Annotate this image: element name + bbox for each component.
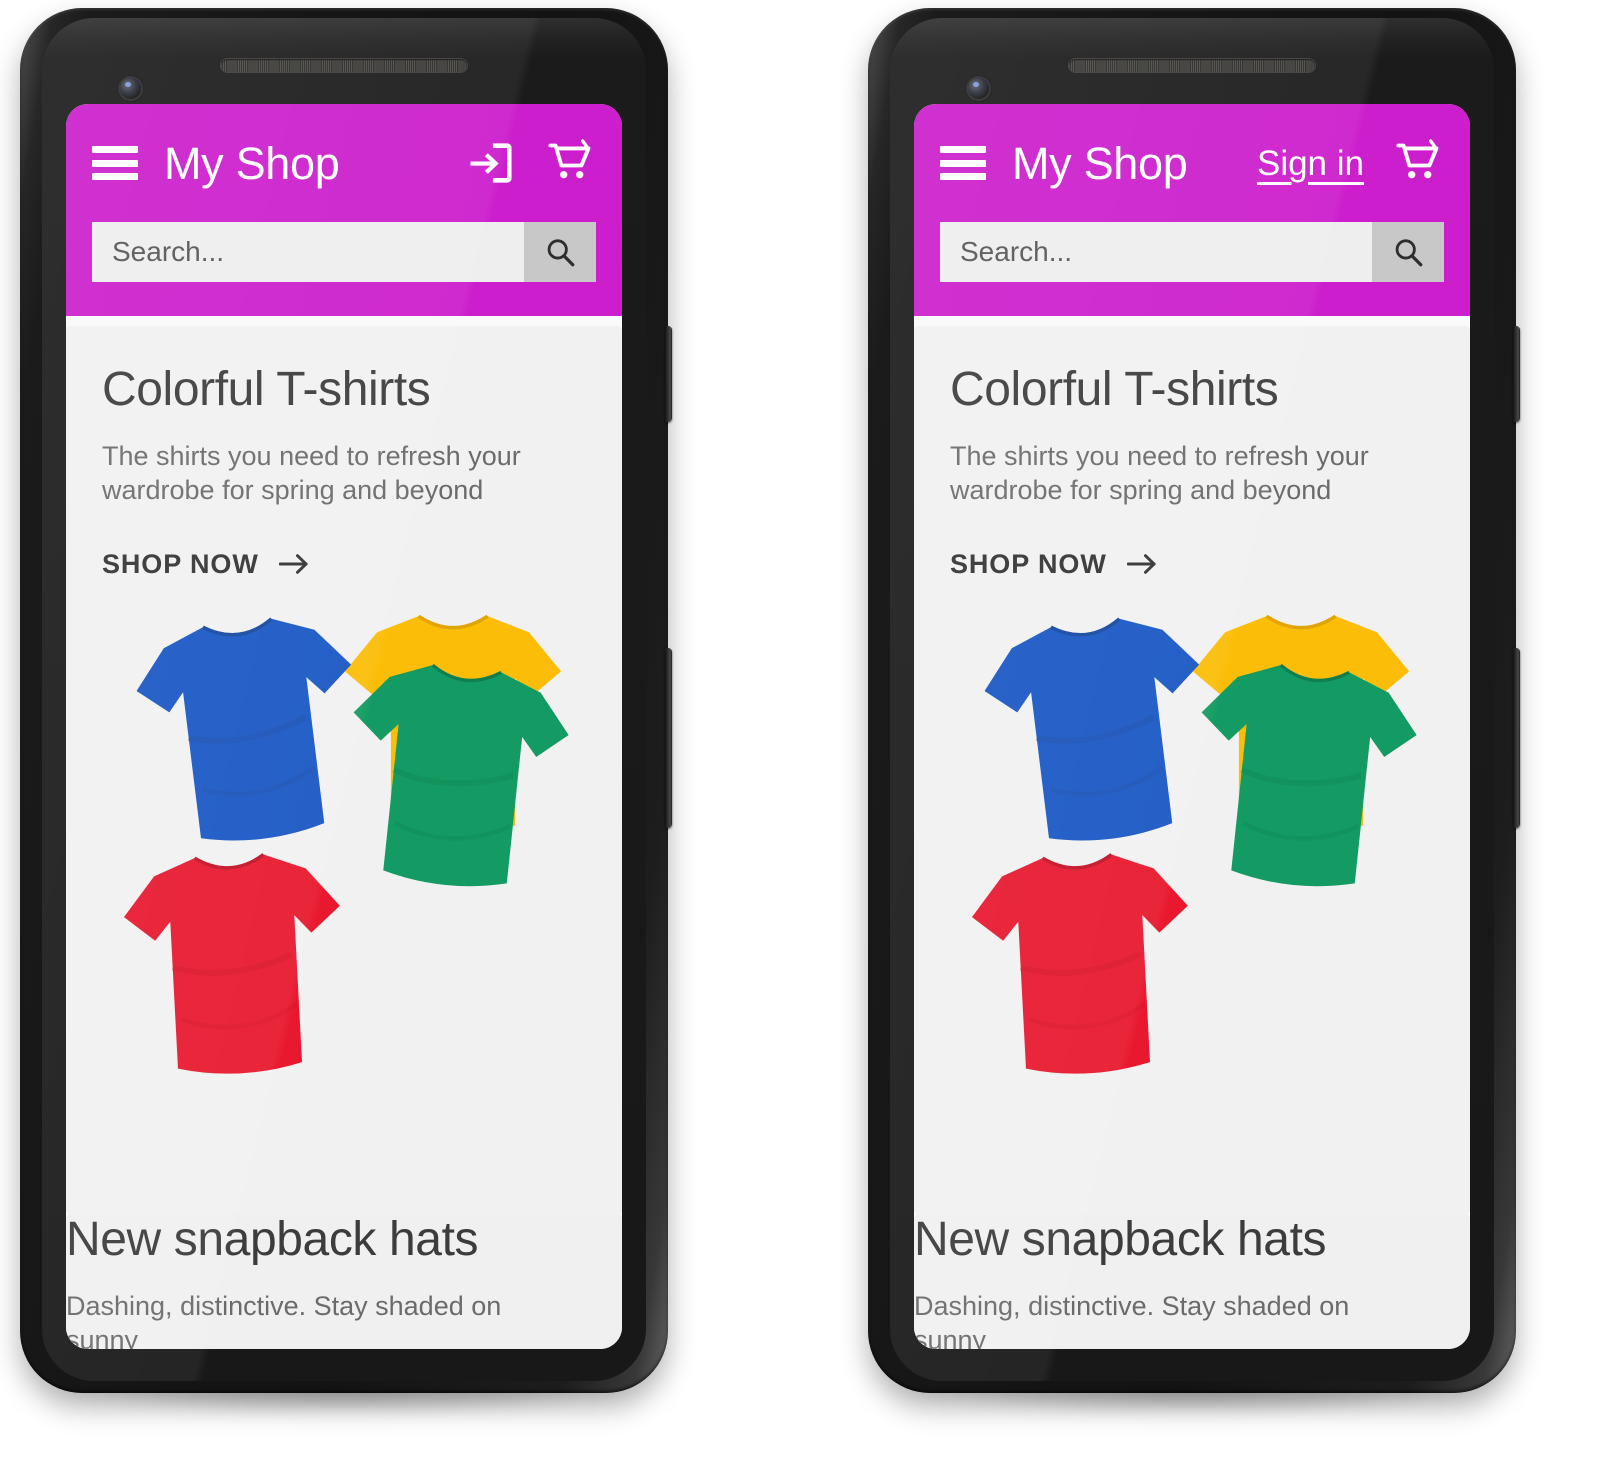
tshirts-product-image — [102, 594, 586, 1214]
shop-now-button[interactable]: SHOP NOW — [950, 549, 1159, 580]
blue-tshirt — [120, 587, 381, 885]
search-submit-button[interactable] — [524, 222, 596, 282]
login-arrow-into-bracket-icon[interactable] — [464, 137, 516, 189]
page-content: Colorful T-shirts The shirts you need to… — [66, 326, 622, 1349]
tshirts-product-image — [950, 594, 1434, 1214]
second-card-subtitle: Dashing, distinctive. Stay shaded on sun… — [914, 1290, 1350, 1349]
device-front-face: My Shop Search... Colorful T-shirts The … — [42, 18, 646, 1381]
app-bar-top-row: My Shop — [66, 104, 622, 222]
device-body: My Shop Search... Colorful T-shirts The … — [20, 8, 672, 1393]
speaker-grille-top — [1069, 59, 1315, 72]
shopping-cart-icon[interactable] — [1394, 138, 1444, 188]
phone-screen-left: My Shop Search... Colorful T-shirts The … — [66, 104, 622, 1349]
search-submit-button[interactable] — [1372, 222, 1444, 282]
phone-device-right: My Shop Sign in Search... Colorful T-shi… — [854, 8, 1530, 1448]
hero-card-subtitle: The shirts you need to refresh your ward… — [102, 440, 521, 505]
search-bar — [92, 222, 596, 282]
app-title: My Shop — [164, 137, 340, 189]
hero-card-subtitle: The shirts you need to refresh your ward… — [950, 440, 1369, 505]
hero-card: Colorful T-shirts The shirts you need to… — [914, 326, 1470, 1214]
arrow-right-icon — [278, 554, 308, 575]
shop-now-label: SHOP NOW — [102, 548, 259, 579]
hero-card-title: Colorful T-shirts — [102, 363, 431, 416]
search-bar — [940, 222, 1444, 282]
hamburger-menu-icon[interactable] — [940, 146, 986, 180]
volume-rocker-button[interactable] — [665, 648, 672, 828]
signin-link[interactable]: Sign in — [1257, 146, 1364, 181]
search-magnifier-icon — [1395, 239, 1423, 267]
second-card-subtitle: Dashing, distinctive. Stay shaded on sun… — [66, 1290, 502, 1349]
arrow-right-icon — [1126, 554, 1156, 575]
second-card-title: New snapback hats — [914, 1212, 1327, 1266]
app-bar: My Shop Sign in — [914, 104, 1470, 316]
volume-rocker-button[interactable] — [1513, 648, 1520, 828]
screenshot-stage: My Shop Search... Colorful T-shirts The … — [0, 0, 1600, 1473]
shop-now-label: SHOP NOW — [950, 548, 1107, 579]
app-bar: My Shop — [66, 104, 622, 316]
device-front-face: My Shop Sign in Search... Colorful T-shi… — [890, 18, 1494, 1381]
shop-now-button[interactable]: SHOP NOW — [102, 549, 311, 580]
hamburger-menu-icon[interactable] — [92, 146, 138, 180]
search-input[interactable] — [940, 222, 1372, 282]
phone-screen-right: My Shop Sign in Search... Colorful T-shi… — [914, 104, 1470, 1349]
page-content: Colorful T-shirts The shirts you need to… — [914, 326, 1470, 1349]
second-card: New snapback hats Dashing, distinctive. … — [914, 1212, 1470, 1349]
search-input[interactable] — [92, 222, 524, 282]
search-magnifier-icon — [547, 239, 575, 267]
front-camera-lens — [968, 78, 989, 99]
shopping-cart-icon[interactable] — [546, 138, 596, 188]
app-bar-top-row: My Shop Sign in — [914, 104, 1470, 222]
phone-device-left: My Shop Search... Colorful T-shirts The … — [6, 8, 682, 1448]
second-card-title: New snapback hats — [66, 1212, 479, 1266]
front-camera-lens — [120, 78, 141, 99]
hero-card: Colorful T-shirts The shirts you need to… — [66, 326, 622, 1214]
app-title: My Shop — [1012, 137, 1188, 189]
power-button[interactable] — [1513, 326, 1520, 422]
hero-card-title: Colorful T-shirts — [950, 363, 1279, 416]
device-body: My Shop Sign in Search... Colorful T-shi… — [868, 8, 1520, 1393]
second-card: New snapback hats Dashing, distinctive. … — [66, 1212, 622, 1349]
app-bar-actions — [464, 137, 596, 189]
blue-tshirt — [968, 587, 1229, 885]
app-bar-actions: Sign in — [1257, 138, 1444, 188]
power-button[interactable] — [665, 326, 672, 422]
speaker-grille-top — [221, 59, 467, 72]
